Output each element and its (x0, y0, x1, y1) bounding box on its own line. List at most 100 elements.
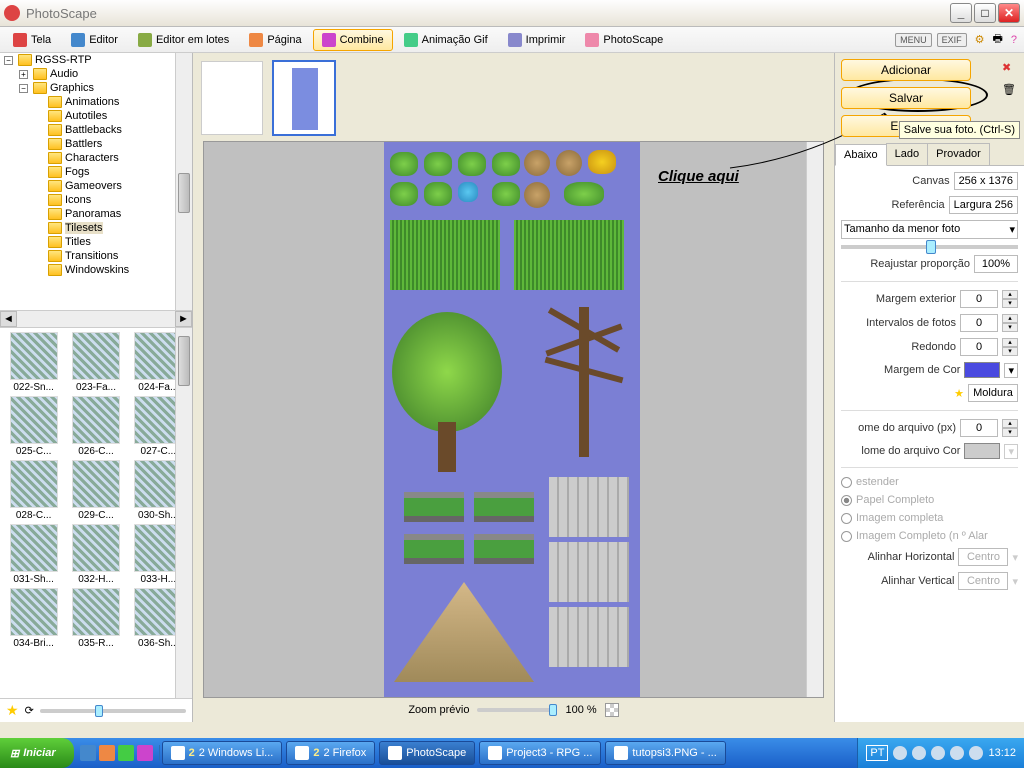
spinner-buttons[interactable]: ▴▾ (1002, 419, 1018, 437)
thumbnail-item[interactable]: 022-Sn... (4, 332, 63, 393)
tree-item-fogs[interactable]: Fogs (34, 165, 192, 179)
collapse-icon[interactable]: − (19, 84, 28, 93)
spinner-buttons[interactable]: ▴▾ (1002, 290, 1018, 308)
settings-icon[interactable]: ⚙ (975, 33, 985, 46)
tree-hscroll[interactable]: ◄► (0, 310, 192, 327)
tree-vscroll[interactable] (175, 53, 192, 310)
minimize-button[interactable]: _ (950, 3, 972, 23)
print-icon[interactable]: 🖶 (992, 30, 1002, 49)
tree-item-gameovers[interactable]: Gameovers (34, 179, 192, 193)
menu-chip[interactable]: MENU (895, 33, 932, 47)
combine-thumb-1[interactable] (201, 61, 263, 135)
thumbs-vscroll[interactable] (175, 328, 192, 698)
round-input[interactable]: 0 (960, 338, 998, 356)
spinner-buttons[interactable]: ▴▾ (1002, 314, 1018, 332)
toolbar-tab-tela[interactable]: Tela (4, 29, 60, 51)
thumbnail-item[interactable]: 026-C... (66, 396, 125, 457)
exif-chip[interactable]: EXIF (937, 33, 967, 47)
filename-px-input[interactable]: 0 (960, 419, 998, 437)
folder-icon (48, 110, 62, 122)
ratio-value[interactable]: 100% (974, 255, 1018, 273)
intervals-input[interactable]: 0 (960, 314, 998, 332)
thumbnail-item[interactable]: 023-Fa... (66, 332, 125, 393)
add-button[interactable]: Adicionar (841, 59, 971, 81)
margin-color-swatch[interactable] (964, 362, 1000, 378)
thumbnail-item[interactable]: 034-Bri... (4, 588, 63, 649)
tree-item-battlers[interactable]: Battlers (34, 137, 192, 151)
toolbar-tab-combine[interactable]: Combine (313, 29, 393, 51)
thumbnail-item[interactable]: 032-H... (66, 524, 125, 585)
tray-icon[interactable] (950, 746, 964, 760)
tree-item-transitions[interactable]: Transitions (34, 249, 192, 263)
star-icon[interactable]: ★ (6, 702, 19, 719)
tree-item-icons[interactable]: Icons (34, 193, 192, 207)
tray-icon[interactable] (912, 746, 926, 760)
toolbar-tab-photoscape[interactable]: PhotoScape (576, 29, 672, 51)
tree-item-characters[interactable]: Characters (34, 151, 192, 165)
thumbnail-grid[interactable]: 022-Sn...023-Fa...024-Fa...025-C...026-C… (0, 328, 192, 698)
taskbar-task[interactable]: PhotoScape (379, 741, 475, 765)
language-indicator[interactable]: PT (866, 745, 888, 761)
tree-item-titles[interactable]: Titles (34, 235, 192, 249)
tree-item-windowskins[interactable]: Windowskins (34, 263, 192, 277)
taskbar-task[interactable]: 2 2 Firefox (286, 741, 375, 765)
tray-icon[interactable] (931, 746, 945, 760)
tab-lado[interactable]: Lado (886, 143, 928, 165)
tree-graphics[interactable]: Graphics (50, 82, 94, 94)
ql-icon[interactable] (80, 745, 96, 761)
save-button[interactable]: Salvar (841, 87, 971, 109)
close-button[interactable]: ✕ (998, 3, 1020, 23)
collapse-icon[interactable]: − (4, 56, 13, 65)
thumb-size-slider[interactable] (40, 709, 186, 713)
trash-icon[interactable]: 🗑 (1002, 83, 1018, 99)
tray-icon[interactable] (893, 746, 907, 760)
maximize-button[interactable]: □ (974, 3, 996, 23)
taskbar-task[interactable]: 2 2 Windows Li... (162, 741, 283, 765)
tray-icon[interactable] (969, 746, 983, 760)
thumbnail-item[interactable]: 031-Sh... (4, 524, 63, 585)
tree-item-battlebacks[interactable]: Battlebacks (34, 123, 192, 137)
taskbar-task[interactable]: Project3 - RPG ... (479, 741, 601, 765)
zoom-checker-icon[interactable] (605, 703, 619, 717)
thumbnail-item[interactable]: 035-R... (66, 588, 125, 649)
folder-tree[interactable]: − RGSS-RTP + Audio − Graphics AnimationsAut… (0, 53, 192, 328)
toolbar-tab-animação-gif[interactable]: Animação Gif (395, 29, 497, 51)
tree-item-panoramas[interactable]: Panoramas (34, 207, 192, 221)
spinner-buttons[interactable]: ▴▾ (1002, 338, 1018, 356)
zoom-slider[interactable] (477, 708, 557, 712)
refresh-icon[interactable]: ⟳ (25, 704, 34, 717)
ql-icon[interactable] (137, 745, 153, 761)
delete-icon[interactable]: ✖ (1002, 61, 1018, 77)
tree-item-animations[interactable]: Animations (34, 95, 192, 109)
thumbnail-item[interactable]: 025-C... (4, 396, 63, 457)
toolbar-tab-editor[interactable]: Editor (62, 29, 127, 51)
center-panel: Zoom prévio 100 % (193, 53, 834, 722)
chevron-down-icon[interactable]: ▾ (1004, 363, 1018, 378)
canvas-viewport[interactable] (203, 141, 824, 698)
expand-icon[interactable]: + (19, 70, 28, 79)
frame-button[interactable]: Moldura (968, 384, 1018, 402)
tree-audio[interactable]: Audio (50, 68, 78, 80)
toolbar-tab-página[interactable]: Página (240, 29, 310, 51)
help-icon[interactable]: ? (1011, 34, 1017, 46)
tree-root[interactable]: RGSS-RTP (35, 54, 92, 66)
tab-abaixo[interactable]: Abaixo (835, 144, 887, 166)
margin-exterior-input[interactable]: 0 (960, 290, 998, 308)
canvas-vscroll[interactable] (806, 142, 823, 697)
ql-icon[interactable] (118, 745, 134, 761)
size-dropdown[interactable]: Tamanho da menor foto▾ (841, 220, 1018, 239)
size-slider[interactable] (841, 245, 1018, 249)
tab-provador[interactable]: Provador (927, 143, 990, 165)
combine-thumb-2[interactable] (273, 61, 335, 135)
folder-icon (48, 208, 62, 220)
start-button[interactable]: ⊞Iniciar (0, 738, 74, 768)
tree-item-autotiles[interactable]: Autotiles (34, 109, 192, 123)
thumbnail-item[interactable]: 028-C... (4, 460, 63, 521)
thumbnail-item[interactable]: 029-C... (66, 460, 125, 521)
toolbar-tab-editor-em-lotes[interactable]: Editor em lotes (129, 29, 238, 51)
taskbar-task[interactable]: tutopsi3.PNG - ... (605, 741, 725, 765)
ql-icon[interactable] (99, 745, 115, 761)
clock[interactable]: 13:12 (988, 747, 1016, 759)
toolbar-tab-imprimir[interactable]: Imprimir (499, 29, 575, 51)
tree-item-tilesets[interactable]: Tilesets (34, 221, 192, 235)
